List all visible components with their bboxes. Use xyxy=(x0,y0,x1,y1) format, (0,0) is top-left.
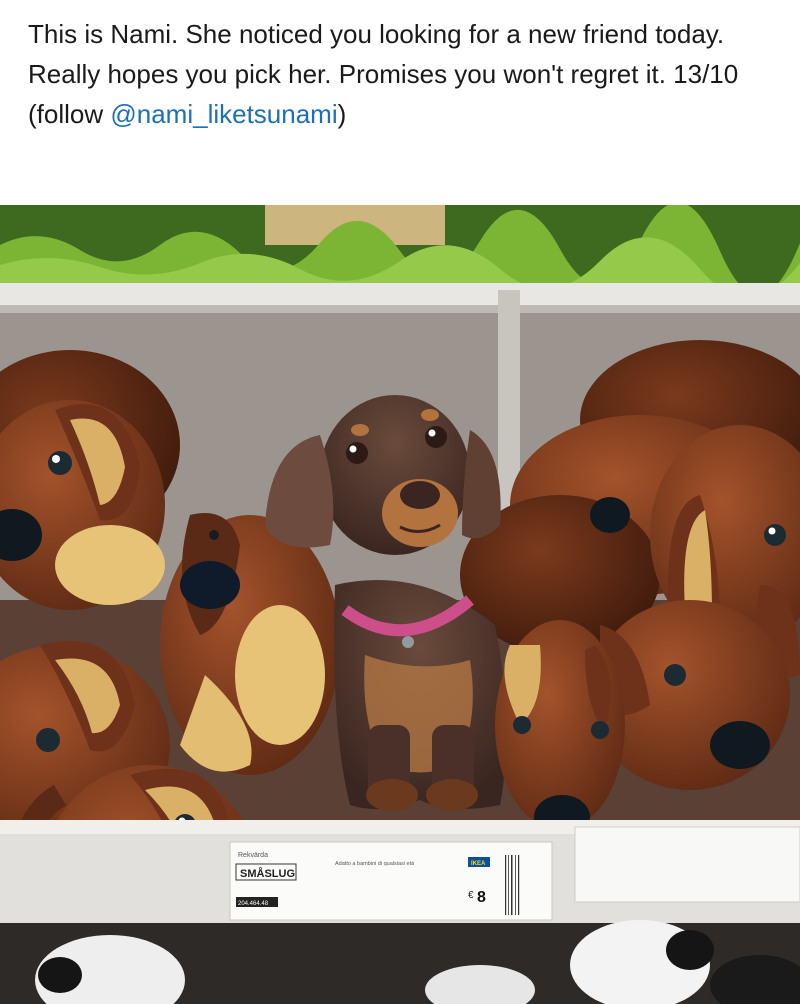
price-tag-brand: Rekvärda xyxy=(238,852,268,859)
article-number: 204.464.48 xyxy=(238,901,269,907)
ikea-logo: IKEA xyxy=(471,861,486,867)
price-tag-product: SMÅSLUG xyxy=(240,867,295,880)
mention-link[interactable]: @nami_liketsunami xyxy=(110,99,337,129)
price-currency: € xyxy=(468,890,474,901)
post-caption: This is Nami. She noticed you looking fo… xyxy=(28,14,788,134)
dog-on-shelf-photo: Rekvärda SMÅSLUG Adatto a bambini di qua… xyxy=(0,205,800,1004)
post-photo: Rekvärda SMÅSLUG Adatto a bambini di qua… xyxy=(0,205,800,1004)
social-post: This is Nami. She noticed you looking fo… xyxy=(0,0,800,1004)
price-tag: Rekvärda SMÅSLUG Adatto a bambini di qua… xyxy=(229,841,553,921)
caption-end: ) xyxy=(337,99,347,129)
price-tag-age: Adatto a bambini di qualsiasi età xyxy=(335,861,415,867)
plush-dachshund-left-middle xyxy=(160,513,340,775)
price-value: 8 xyxy=(477,889,486,906)
